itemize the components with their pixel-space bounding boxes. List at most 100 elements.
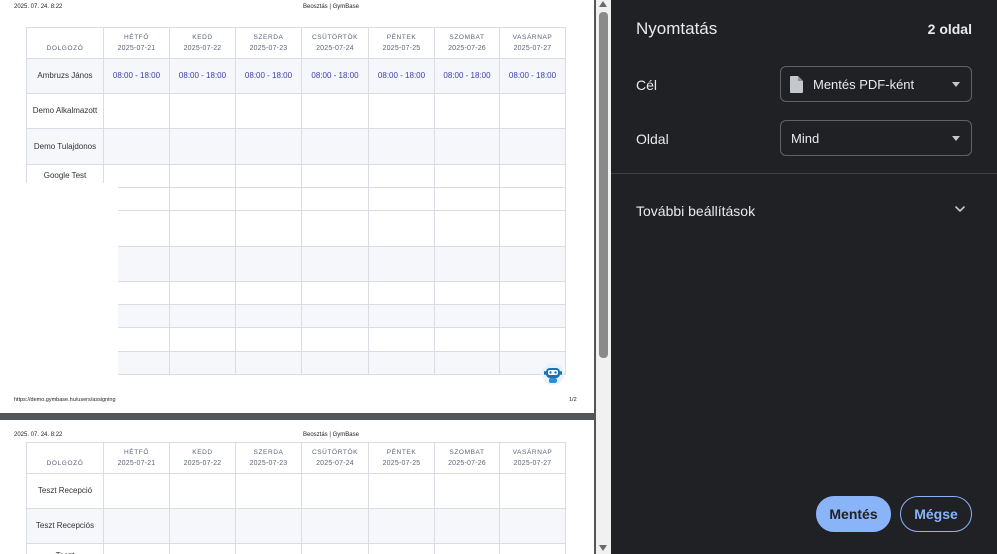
column-header-day: SZERDA 2025-07-23	[235, 27, 302, 59]
shift-cell	[499, 93, 566, 129]
shift-cell	[368, 543, 435, 554]
scrollbar-thumb[interactable]	[599, 12, 608, 358]
shift-cell	[169, 128, 236, 165]
shift-cell: 08:00 - 18:00	[103, 58, 170, 94]
shift-cell	[301, 164, 369, 188]
scroll-down-arrow-icon[interactable]	[599, 545, 607, 551]
employee-name: Teszt Recepció	[26, 473, 104, 509]
preview-scrollbar[interactable]	[596, 0, 611, 554]
shift-cell	[235, 164, 302, 188]
shift-cell	[499, 128, 566, 165]
table-header-row: DOLGOZÓ HÉTFŐ 2025-07-21 KEDD 2025-07-22 S…	[26, 27, 566, 59]
table-row: Teszt Recepciós	[26, 508, 566, 544]
pages-value: Mind	[791, 131, 820, 146]
shift-cell	[169, 473, 236, 509]
shift-cell	[103, 473, 170, 509]
page-footer-number: 1/2	[569, 397, 577, 403]
shift-cell: 08:00 - 18:00	[368, 58, 435, 94]
chevron-down-icon	[952, 82, 960, 87]
destination-label: Cél	[636, 77, 658, 93]
page-blank-area	[26, 183, 118, 377]
shift-cell	[103, 543, 170, 554]
pages-label: Oldal	[636, 131, 669, 147]
shift-cell	[499, 473, 566, 509]
column-header-day: PÉNTEK 2025-07-25	[368, 27, 435, 59]
column-header-day: VASÁRNAP 2025-07-27	[499, 442, 566, 474]
page-header-title: Beosztás | GymBase	[303, 4, 359, 10]
print-dialog: 2025. 07. 24. 8:22 Beosztás | GymBase DO…	[0, 0, 997, 554]
pages-select[interactable]: Mind	[780, 120, 972, 156]
print-settings-panel: Nyomtatás 2 oldal Cél Mentés PDF-ként Ol…	[611, 0, 997, 554]
shift-cell	[169, 93, 236, 129]
chevron-down-icon	[952, 136, 960, 141]
cancel-button[interactable]: Mégse	[900, 496, 972, 532]
destination-select[interactable]: Mentés PDF-ként	[780, 66, 972, 102]
employee-name: Teszt Recepciós	[26, 508, 104, 544]
table-row: Demo Alkalmazott	[26, 93, 566, 129]
shift-cell: 08:00 - 18:00	[499, 58, 566, 94]
shift-cell	[434, 164, 500, 188]
column-header-day: CSÜTÖRTÖK 2025-07-24	[301, 442, 369, 474]
shift-cell	[235, 93, 302, 129]
schedule-table: DOLGOZÓ HÉTFŐ 2025-07-21 KEDD 2025-07-22 S…	[26, 442, 566, 554]
shift-cell	[434, 543, 500, 554]
shift-cell	[434, 473, 500, 509]
shift-cell	[301, 93, 369, 129]
preview-page-1: 2025. 07. 24. 8:22 Beosztás | GymBase DO…	[0, 0, 594, 413]
column-header-day: PÉNTEK 2025-07-25	[368, 442, 435, 474]
more-settings-toggle[interactable]: További beállítások	[636, 203, 755, 219]
shift-cell	[235, 128, 302, 165]
shift-cell	[103, 508, 170, 544]
shift-cell	[368, 128, 435, 165]
shift-cell	[499, 508, 566, 544]
shift-cell	[368, 508, 435, 544]
column-header-day: HÉTFŐ 2025-07-21	[103, 27, 170, 59]
column-header-day: SZERDA 2025-07-23	[235, 442, 302, 474]
print-preview[interactable]: 2025. 07. 24. 8:22 Beosztás | GymBase DO…	[0, 0, 611, 554]
employee-name: Demo Tulajdonos	[26, 128, 104, 165]
shift-cell	[235, 473, 302, 509]
shift-cell	[434, 128, 500, 165]
employee-name: Teszt	[26, 543, 104, 554]
page-header-title: Beosztás | GymBase	[303, 432, 359, 438]
shift-cell	[434, 93, 500, 129]
shift-cell	[368, 93, 435, 129]
shift-cell	[169, 164, 236, 188]
table-header-row: DOLGOZÓ HÉTFŐ 2025-07-21 KEDD 2025-07-22 S…	[26, 442, 566, 474]
shift-cell	[103, 93, 170, 129]
table-row: Teszt Recepció	[26, 473, 566, 509]
table-row: Demo Tulajdonos	[26, 128, 566, 165]
column-header-day: KEDD 2025-07-22	[169, 27, 236, 59]
shift-cell	[301, 543, 369, 554]
shift-cell: 08:00 - 18:00	[434, 58, 500, 94]
shift-cell: 08:00 - 18:00	[169, 58, 236, 94]
file-icon	[790, 76, 803, 93]
column-header-day: CSÜTÖRTÖK 2025-07-24	[301, 27, 369, 59]
divider	[611, 173, 997, 174]
shift-cell	[235, 508, 302, 544]
shift-cell: 08:00 - 18:00	[235, 58, 302, 94]
scroll-up-arrow-icon[interactable]	[599, 1, 607, 7]
shift-cell	[368, 164, 435, 188]
shift-cell: 08:00 - 18:00	[301, 58, 369, 94]
robot-icon[interactable]	[541, 362, 565, 386]
column-header-day: SZOMBAT 2025-07-26	[434, 27, 500, 59]
page-footer-url: https://demo.gymbase.hu/users/assigning	[14, 397, 116, 403]
page-header-date: 2025. 07. 24. 8:22	[14, 4, 63, 10]
shift-cell	[169, 543, 236, 554]
employee-name: Demo Alkalmazott	[26, 93, 104, 129]
save-button[interactable]: Mentés	[816, 496, 891, 532]
employee-name: Ambruzs János	[26, 58, 104, 94]
shift-cell	[301, 508, 369, 544]
chevron-down-icon[interactable]	[954, 203, 966, 215]
column-header-employee: DOLGOZÓ	[26, 442, 104, 474]
table-row: Teszt	[26, 543, 566, 554]
column-header-day: KEDD 2025-07-22	[169, 442, 236, 474]
preview-page-2: 2025. 07. 24. 8:22 Beosztás | GymBase DO…	[0, 420, 594, 554]
shift-cell	[434, 508, 500, 544]
column-header-employee: DOLGOZÓ	[26, 27, 104, 59]
column-header-day: VASÁRNAP 2025-07-27	[499, 27, 566, 59]
page-header-date: 2025. 07. 24. 8:22	[14, 432, 63, 438]
shift-cell	[301, 128, 369, 165]
shift-cell	[499, 543, 566, 554]
